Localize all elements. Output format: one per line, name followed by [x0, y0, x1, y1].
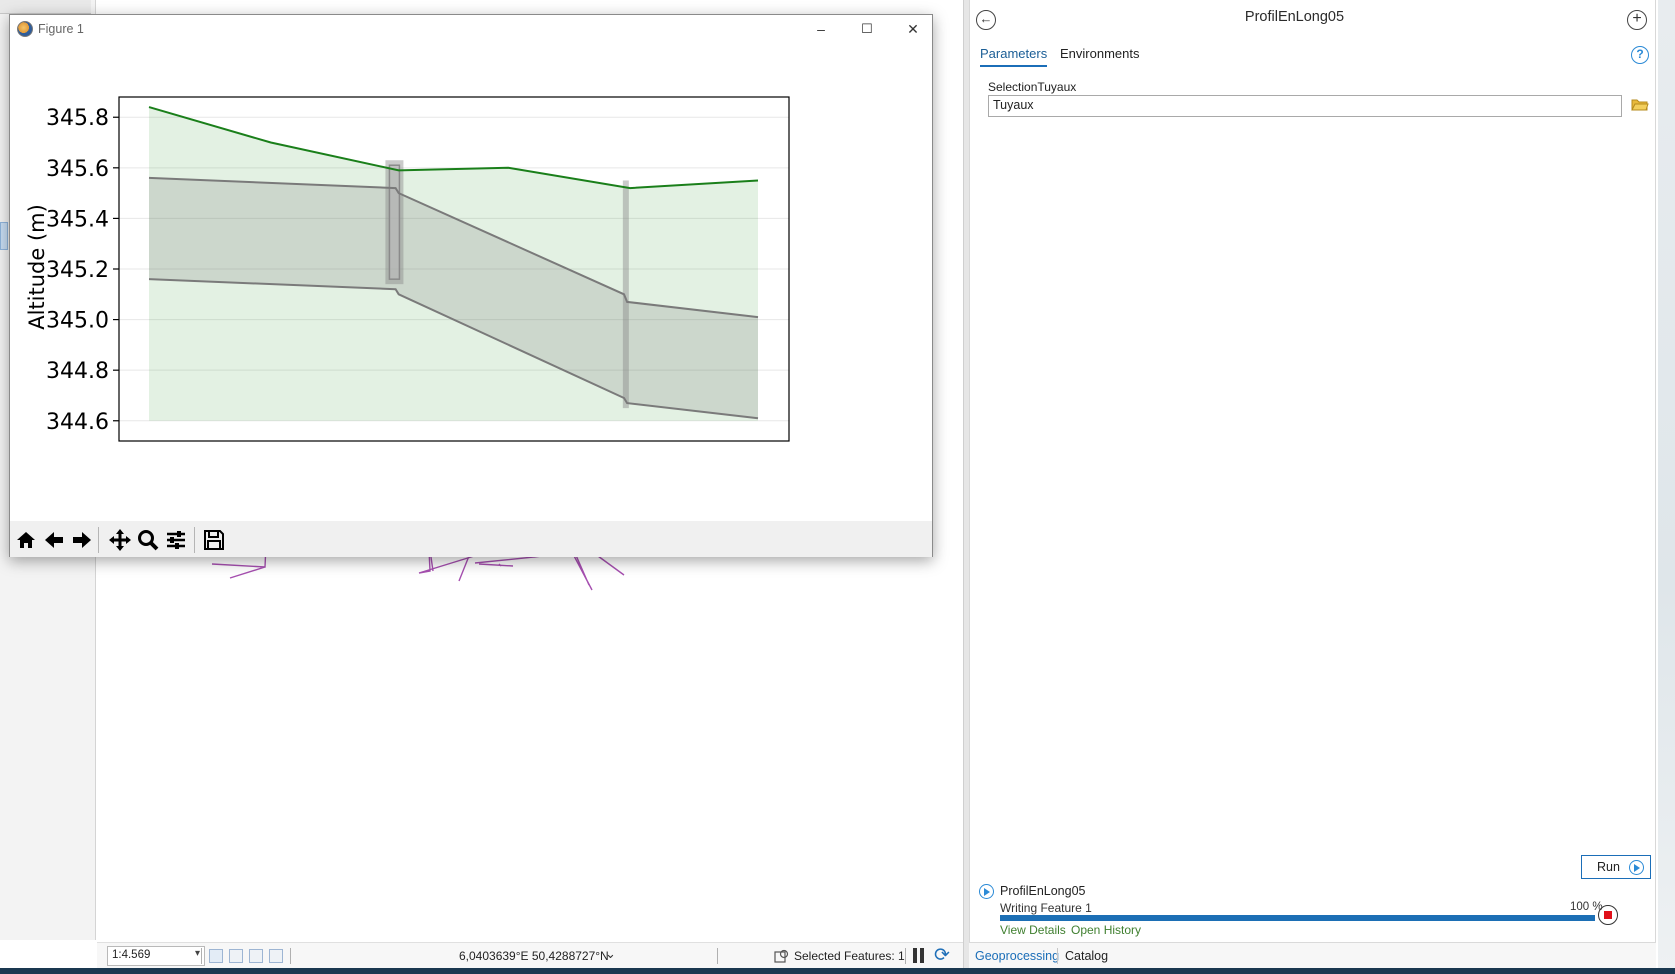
tab-parameters[interactable]: Parameters [980, 46, 1048, 67]
manhole-inner-mark [388, 164, 401, 280]
grid-icon[interactable] [229, 949, 243, 963]
scale-value: 1:4.569 [112, 949, 151, 961]
add-icon[interactable]: + [1627, 10, 1647, 30]
divider [194, 527, 195, 553]
divider [201, 948, 202, 964]
job-name: ProfilEnLong05 [1000, 884, 1086, 898]
save-icon[interactable] [200, 527, 228, 553]
stop-icon[interactable] [1598, 905, 1618, 925]
y-tick-label: 345.2 [46, 258, 109, 283]
view-details-link[interactable]: View Details [1000, 923, 1066, 937]
zoom-icon[interactable] [134, 527, 162, 553]
job-progress-bar [1000, 915, 1595, 921]
divider [98, 527, 99, 553]
minimize-button[interactable]: – [798, 15, 844, 45]
browse-folder-icon[interactable] [1631, 98, 1649, 112]
configure-subplots-icon[interactable] [162, 527, 190, 553]
tab-environments[interactable]: Environments [1060, 46, 1139, 65]
y-tick-label: 345.0 [46, 309, 109, 334]
figure-title-bar[interactable]: Figure 1 – ☐ ✕ [10, 15, 932, 45]
divider [290, 948, 291, 964]
play-icon [1629, 860, 1644, 875]
geoprocessing-pane: ← ProfilEnLong05 + Parameters Environmen… [969, 0, 1656, 942]
background-window-edge [1658, 0, 1675, 974]
tool-title: ProfilEnLong05 [1244, 9, 1345, 25]
scale-dropdown[interactable]: 1:4.569 ▾ [107, 946, 205, 966]
selected-features-count[interactable]: Selected Features: 1 [794, 949, 905, 963]
job-status: Writing Feature 1 [1000, 901, 1092, 915]
selection-tuyaux-input[interactable]: Tuyaux [988, 95, 1622, 117]
y-tick-label: 345.6 [46, 157, 109, 182]
forward-icon[interactable] [68, 527, 96, 553]
play-icon[interactable] [979, 884, 994, 899]
tab-catalog[interactable]: Catalog [1065, 949, 1108, 963]
map-coordinates: 6,0403639°E 50,4288727°N [459, 949, 609, 963]
pane-tabs: Geoprocessing Catalog [969, 942, 1656, 968]
contents-pane-header [0, 0, 91, 14]
snapping-icon[interactable] [269, 949, 283, 963]
job-progress-fill [1000, 915, 1595, 921]
home-icon[interactable] [12, 527, 40, 553]
y-tick-label: 345.8 [46, 106, 109, 131]
parameter-label: SelectionTuyaux [988, 80, 1077, 94]
back-icon[interactable] [40, 527, 68, 553]
maximize-button[interactable]: ☐ [844, 15, 890, 45]
application-screen: 1:4.569 ▾ 6,0403639°E 50,4288727°N ⌄ Sel… [0, 0, 1675, 974]
selected-features-icon[interactable] [774, 948, 790, 964]
close-button[interactable]: ✕ [890, 15, 936, 45]
fixed-zoom-icon[interactable] [209, 949, 223, 963]
pause-drawing-icon[interactable] [913, 948, 925, 963]
run-button[interactable]: Run [1581, 855, 1651, 879]
refresh-icon[interactable]: ⟳ [934, 946, 954, 966]
y-tick-label: 344.8 [46, 359, 109, 384]
tab-geoprocessing[interactable]: Geoprocessing [975, 949, 1059, 963]
taskbar-edge [0, 968, 1675, 974]
divider [905, 948, 906, 964]
y-tick-label: 345.4 [46, 207, 109, 232]
y-axis-label: Altitude (m) [25, 204, 49, 330]
help-icon[interactable]: ? [1631, 46, 1649, 64]
divider [717, 948, 718, 964]
figure-toolbar [10, 521, 932, 557]
table-icon[interactable] [249, 949, 263, 963]
figure-title: Figure 1 [38, 22, 84, 36]
pan-icon[interactable] [106, 527, 134, 553]
chevron-down-icon[interactable]: ⌄ [605, 946, 616, 962]
matplotlib-icon [17, 21, 33, 37]
figure-window[interactable]: Figure 1 – ☐ ✕ 345.8 345.6 345.4 345.2 345.0… [9, 14, 933, 557]
map-status-bar: 1:4.569 ▾ 6,0403639°E 50,4288727°N ⌄ Sel… [97, 942, 963, 968]
divider [1057, 948, 1058, 964]
y-tick-label: 344.6 [46, 410, 109, 435]
selected-layer-stub[interactable] [0, 222, 8, 250]
run-label: Run [1597, 860, 1620, 874]
chevron-down-icon: ▾ [194, 948, 200, 959]
open-history-link[interactable]: Open History [1071, 923, 1141, 937]
profile-chart[interactable]: 345.8 345.6 345.4 345.2 345.0 344.8 344.6 Altit… [10, 45, 932, 521]
